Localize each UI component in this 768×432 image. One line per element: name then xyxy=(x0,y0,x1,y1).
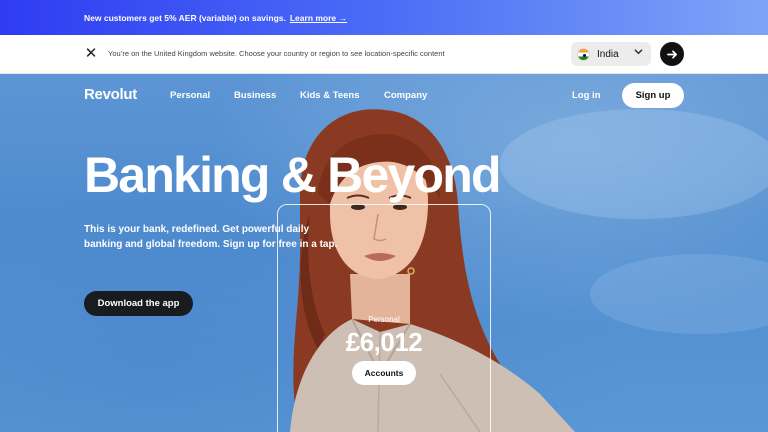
nav-business[interactable]: Business xyxy=(234,90,276,101)
promo-banner: New customers get 5% AER (variable) on s… xyxy=(0,0,768,35)
revolut-logo[interactable]: Revolut xyxy=(84,86,137,103)
signup-button[interactable]: Sign up xyxy=(622,83,684,108)
arrow-right-icon xyxy=(666,49,677,59)
card-balance: £6,012 xyxy=(345,327,423,357)
india-flag-icon xyxy=(577,47,590,61)
country-select[interactable]: India xyxy=(571,42,651,66)
close-icon[interactable]: ✕ xyxy=(84,46,98,61)
nav-personal[interactable]: Personal xyxy=(170,90,210,101)
hero-headline: Banking & Beyond xyxy=(84,147,501,203)
country-label: India xyxy=(597,48,619,60)
nav-kids-teens[interactable]: Kids & Teens xyxy=(300,90,359,101)
nav-company[interactable]: Company xyxy=(384,90,427,101)
accounts-button[interactable]: Accounts xyxy=(352,361,416,385)
go-button[interactable] xyxy=(660,42,684,66)
region-message: You’re on the United Kingdom website. Ch… xyxy=(108,49,445,58)
login-link[interactable]: Log in xyxy=(572,90,601,101)
chevron-down-icon xyxy=(634,47,643,59)
card-label: Personal xyxy=(368,315,400,324)
promo-text: New customers get 5% AER (variable) on s… xyxy=(84,12,286,23)
learn-more-link[interactable]: Learn more → xyxy=(290,13,347,23)
download-app-button[interactable]: Download the app xyxy=(84,291,193,316)
region-bar: ✕ You’re on the United Kingdom website. … xyxy=(0,35,768,74)
